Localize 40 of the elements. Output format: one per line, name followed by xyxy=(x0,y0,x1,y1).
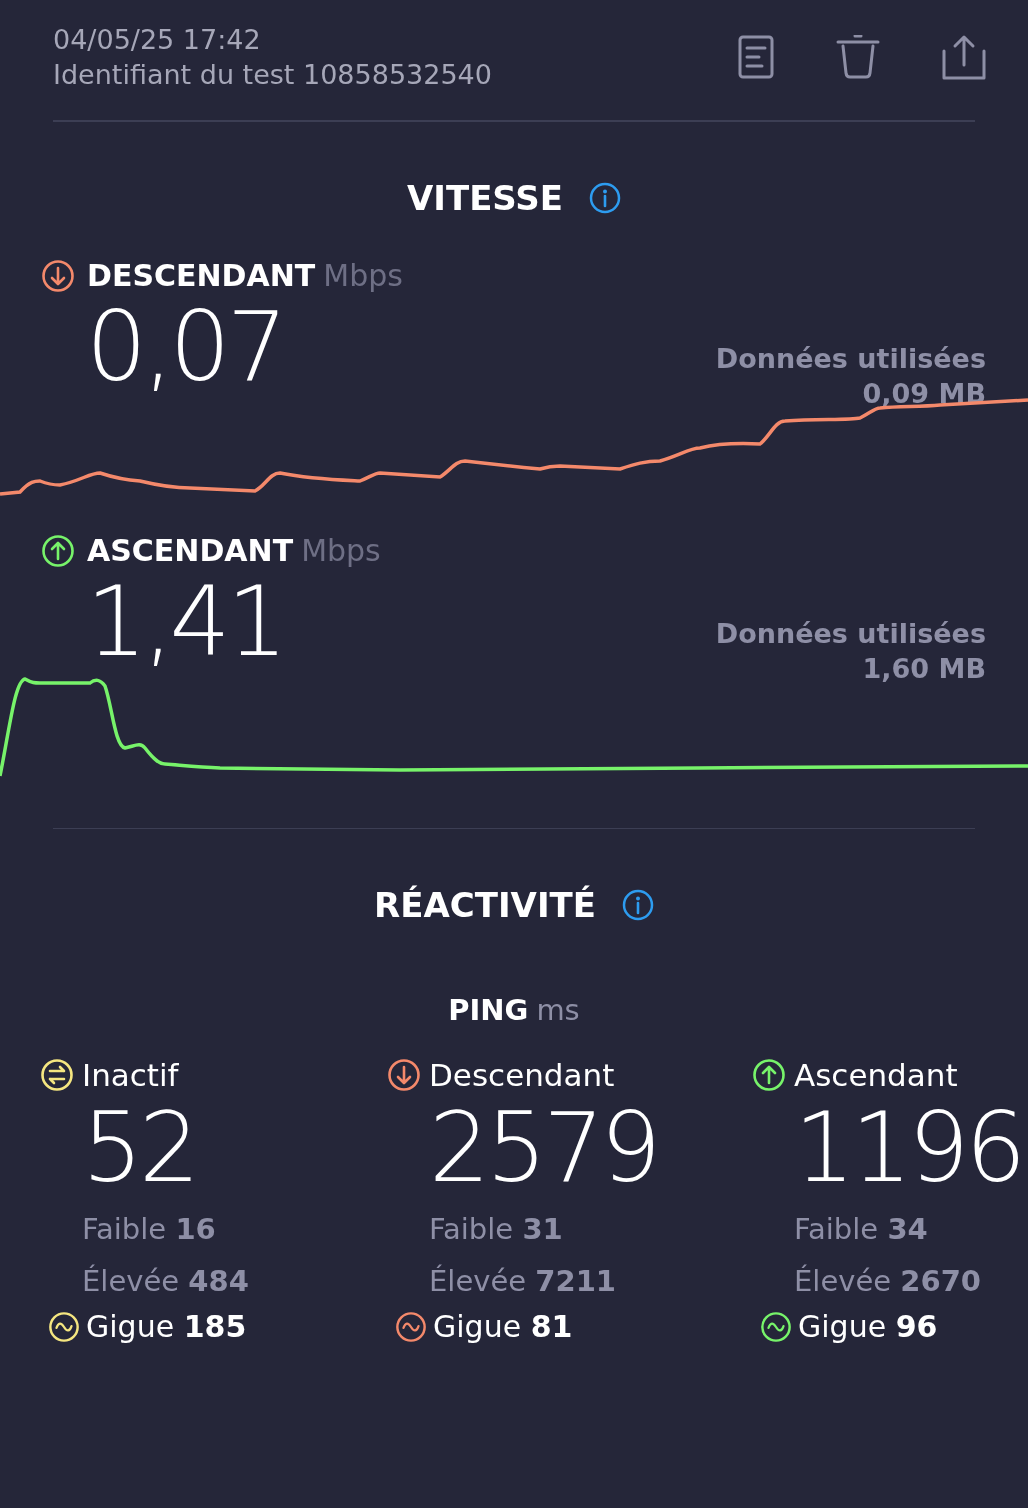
trash-icon[interactable] xyxy=(836,35,880,79)
wave-icon xyxy=(395,1310,427,1343)
speed-value: 0,07 xyxy=(86,297,284,397)
ping-value: 52 xyxy=(81,1093,198,1203)
speed-value: 1,41 xyxy=(86,572,284,672)
data-used-label: Données utilisées xyxy=(715,617,986,651)
jitter-value: Gigue 185 xyxy=(86,1309,247,1344)
high-ping: Élevée 484 xyxy=(81,1263,250,1300)
speed-label: ASCENDANT xyxy=(87,533,294,568)
ping-value: 2579 xyxy=(428,1093,659,1203)
low-ping: Faible 16 xyxy=(81,1211,217,1248)
low-ping: Faible 34 xyxy=(793,1211,929,1248)
data-used-value: 0,09 MB xyxy=(862,377,986,411)
ping-type-label: Descendant xyxy=(429,1057,615,1093)
info-icon[interactable] xyxy=(621,889,654,921)
unit-label: Mbps xyxy=(301,533,381,568)
wave-icon xyxy=(48,1310,80,1343)
jitter-value: Gigue 81 xyxy=(433,1309,573,1344)
ping-type-label: Inactif xyxy=(82,1057,179,1093)
info-icon[interactable] xyxy=(589,182,622,214)
section-title: RÉACTIVITÉ xyxy=(374,885,596,925)
wave-icon xyxy=(760,1310,792,1343)
low-ping: Faible 31 xyxy=(428,1211,564,1248)
test-date: 04/05/25 17:42 xyxy=(53,23,262,57)
ping-value: 1196 xyxy=(793,1093,1024,1203)
ping-type-label: Ascendant xyxy=(794,1057,958,1093)
section-title: VITESSE xyxy=(406,178,564,218)
speed-label: DESCENDANT xyxy=(87,258,316,293)
unit-label: ms xyxy=(536,993,580,1027)
document-icon[interactable] xyxy=(738,35,774,79)
share-icon[interactable] xyxy=(942,34,986,80)
high-ping: Élevée 2670 xyxy=(793,1263,982,1300)
high-ping: Élevée 7211 xyxy=(428,1263,617,1300)
ping-label: PING xyxy=(448,993,529,1027)
data-used-label: Données utilisées xyxy=(715,342,986,376)
jitter-value: Gigue 96 xyxy=(798,1309,938,1344)
exchange-icon xyxy=(40,1058,74,1092)
unit-label: Mbps xyxy=(323,258,403,293)
test-id: Identifiant du test 10858532540 xyxy=(53,58,492,92)
data-used-value: 1,60 MB xyxy=(862,652,986,686)
